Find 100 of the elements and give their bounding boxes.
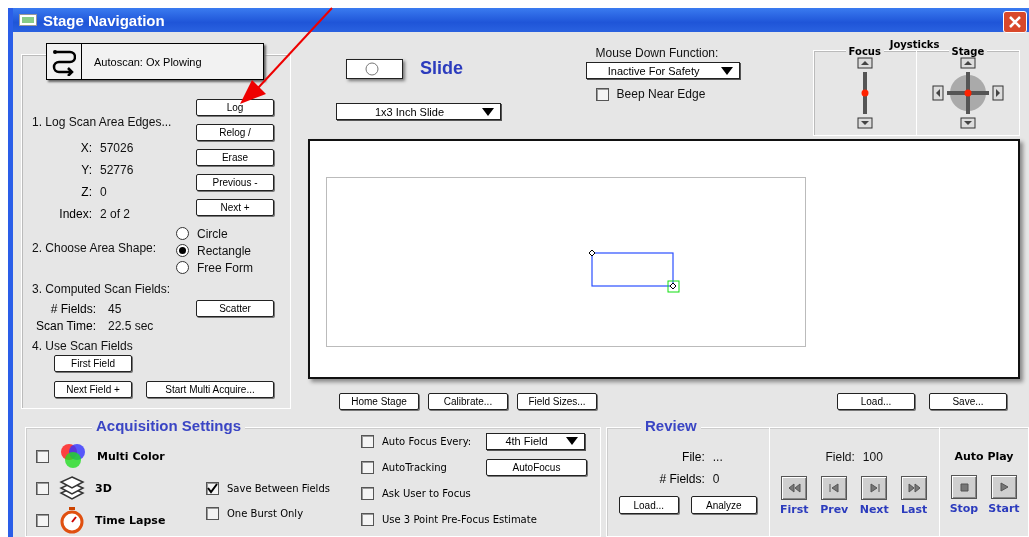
auto-play-title: Auto Play <box>954 450 1014 463</box>
slide-type-dropdown[interactable]: 1x3 Inch Slide <box>336 103 501 120</box>
navigation-button[interactable] <box>821 476 848 500</box>
stage-canvas[interactable] <box>308 139 1020 379</box>
checkbox[interactable] <box>361 460 374 474</box>
mouse-down-label: Mouse Down Function: <box>595 46 720 60</box>
review-button[interactable]: Analyze <box>690 496 757 514</box>
navigation-button[interactable] <box>901 476 928 500</box>
coordinate-label: Y: <box>80 163 92 177</box>
checkbox-label: AutoTracking <box>382 461 448 473</box>
slide-toggle[interactable] <box>346 58 403 79</box>
coordinate-label: Z: <box>80 185 92 199</box>
playback-label: Stop <box>949 502 979 515</box>
radio-button[interactable] <box>176 244 189 257</box>
stopwatch-icon <box>59 506 85 534</box>
acquisition-title: Acquisition Settings <box>92 417 245 434</box>
coordinate-label: X: <box>79 141 92 155</box>
navigation-label: Prev <box>820 503 849 516</box>
focus-label: Focus <box>845 46 884 57</box>
radio-label: Rectangle <box>197 243 252 258</box>
mode-label: Multi Color <box>97 449 165 463</box>
navigation-label: Last <box>901 503 928 516</box>
snake-path-icon <box>52 47 76 76</box>
skip-forward-icon <box>867 481 882 495</box>
field-count-value: 0 <box>712 472 720 486</box>
scan-field-button[interactable]: First Field <box>54 355 132 372</box>
edge-button[interactable]: Log <box>196 99 274 116</box>
slide-title: Slide <box>420 58 463 79</box>
checkbox[interactable] <box>206 482 219 495</box>
section-heading: 1. Log Scan Area Edges... <box>32 115 173 129</box>
color-circles-icon <box>59 442 87 470</box>
circle-icon <box>365 61 379 76</box>
coordinate-value: 0 <box>100 185 107 199</box>
coordinate-value: 2 of 2 <box>100 207 131 221</box>
window-icon <box>19 14 37 26</box>
navigation-button[interactable] <box>781 476 808 500</box>
field-value: 45 <box>108 302 122 316</box>
rewind-icon <box>787 481 802 495</box>
checkbox[interactable] <box>36 481 49 495</box>
review-button[interactable]: Load... <box>618 496 679 514</box>
close-icon <box>1008 15 1022 29</box>
stage-button[interactable]: Calibrate... <box>428 393 508 410</box>
autofocus-interval-dropdown[interactable]: 4th Field <box>486 432 585 450</box>
stage-label: Stage <box>948 46 988 57</box>
dropdown-arrow-icon <box>566 437 578 445</box>
mode-label: 3D <box>95 481 112 495</box>
edge-button[interactable]: Erase <box>196 149 274 166</box>
mouse-down-dropdown[interactable]: Inactive For Safety <box>585 62 740 79</box>
section-heading: 3. Computed Scan Fields: <box>32 282 172 296</box>
checkbox-label: Ask User to Focus <box>382 487 471 499</box>
checkbox[interactable] <box>361 434 374 448</box>
layers-icon <box>59 474 85 502</box>
file-value: ... <box>712 450 723 464</box>
field-label: # Fields: <box>49 302 96 316</box>
file-label: File: <box>681 450 705 464</box>
checkbox[interactable] <box>361 512 374 526</box>
stage-button[interactable]: Field Sizes... <box>517 393 597 410</box>
edge-button[interactable]: Previous - <box>196 174 274 191</box>
checkbox[interactable] <box>36 513 49 527</box>
autoscan-button[interactable]: Autoscan: Ox Plowing <box>46 43 264 80</box>
field-count-label: # Fields: <box>658 472 705 486</box>
checkbox[interactable] <box>36 449 49 463</box>
stage-joystick[interactable] <box>931 57 1004 129</box>
checkbox[interactable] <box>361 486 374 500</box>
field-label: Scan Time: <box>34 319 96 333</box>
checkbox-label: One Burst Only <box>227 508 304 519</box>
navigation-label: Next <box>859 503 889 516</box>
scan-area-rectangle[interactable] <box>589 250 681 294</box>
section-heading: 2. Choose Area Shape: <box>32 241 157 255</box>
mode-label: Time Lapse <box>95 513 166 527</box>
autofocus-button[interactable]: AutoFocus <box>486 458 587 476</box>
dropdown-arrow-icon <box>482 107 494 116</box>
checkbox-label: Beep Near Edge <box>616 87 706 101</box>
playback-button[interactable] <box>990 475 1017 499</box>
field-value: 22.5 sec <box>108 319 154 333</box>
radio-button[interactable] <box>176 261 189 274</box>
checkbox[interactable] <box>595 87 609 101</box>
radio-button[interactable] <box>176 227 189 240</box>
scan-field-button[interactable]: Start Multi Acquire... <box>146 381 274 398</box>
checkbox-label: Auto Focus Every: <box>382 435 472 447</box>
navigation-label: First <box>779 503 809 516</box>
checkbox-label: Use 3 Point Pre-Focus Estimate <box>382 513 537 525</box>
file-button[interactable]: Load... <box>837 393 915 410</box>
scan-field-button[interactable]: Next Field + <box>54 381 132 398</box>
navigation-button[interactable] <box>861 476 888 500</box>
radio-label: Circle <box>197 226 228 241</box>
playback-button[interactable] <box>950 475 977 499</box>
section-heading: 4. Use Scan Fields <box>32 339 134 353</box>
checkbox[interactable] <box>206 507 219 520</box>
coordinate-value: 52776 <box>100 163 134 177</box>
focus-joystick[interactable] <box>854 57 875 129</box>
radio-label: Free Form <box>197 260 253 275</box>
edge-button[interactable]: Next + <box>196 199 274 216</box>
edge-button[interactable]: Relog / <box>196 124 274 141</box>
scatter-button[interactable]: Scatter <box>196 300 274 317</box>
file-button[interactable]: Save... <box>929 393 1007 410</box>
playback-label: Start <box>988 502 1020 515</box>
fast-forward-icon <box>907 481 922 495</box>
stage-button[interactable]: Home Stage <box>339 393 419 410</box>
close-button[interactable] <box>1003 11 1027 33</box>
